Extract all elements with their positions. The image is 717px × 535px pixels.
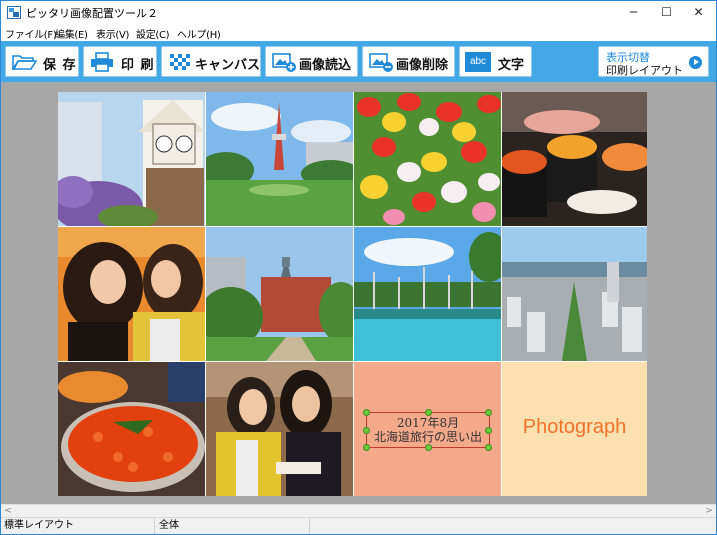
sushi-image xyxy=(502,92,647,226)
tulip-image xyxy=(354,92,501,226)
save-button[interactable]: 保 存 xyxy=(5,46,79,77)
salmon-roe-image xyxy=(58,362,205,496)
menu-file[interactable]: ファイル(F) xyxy=(5,26,57,41)
menu-settings[interactable]: 設定(C) xyxy=(136,26,170,41)
tulip-field-photo[interactable] xyxy=(354,92,501,226)
two-women-laughing-photo[interactable] xyxy=(58,227,205,361)
photograph-text: Photograph xyxy=(522,416,627,438)
toolbar: 保 存 印 刷 キャンバス 画像読込 画像削除 abc 文字 表示切替 印刷レイ… xyxy=(1,41,716,82)
status-scope: 全体 xyxy=(156,518,310,534)
window-title: ピッタリ画像配置ツール２ xyxy=(26,7,158,20)
resize-handle-bottom-right[interactable] xyxy=(485,444,492,451)
layout-canvas: 2017年8月 北海道旅行の思い出 Photograph xyxy=(58,92,647,496)
abc-text-icon: abc xyxy=(465,52,491,72)
menu-help[interactable]: ヘルプ(H) xyxy=(177,26,221,41)
resize-handle-top-right[interactable] xyxy=(485,409,492,416)
view-switch-button[interactable]: 表示切替 印刷レイアウト xyxy=(598,46,709,77)
image-delete-button[interactable]: 画像削除 xyxy=(362,46,455,77)
text-button[interactable]: abc 文字 xyxy=(459,46,532,77)
menu-bar: ファイル(F) 編集(E) 表示(V) 設定(C) ヘルプ(H) xyxy=(1,24,716,41)
resize-handle-top-left[interactable] xyxy=(363,409,370,416)
photograph-tile[interactable]: Photograph xyxy=(502,362,647,496)
brick-building-image xyxy=(206,227,353,361)
maximize-button[interactable]: ☐ xyxy=(650,1,683,24)
resize-handle-left[interactable] xyxy=(363,427,370,434)
resize-handle-right[interactable] xyxy=(485,427,492,434)
caption-text-box[interactable]: 2017年8月 北海道旅行の思い出 xyxy=(363,409,492,451)
women-laughing-image xyxy=(58,227,205,361)
checkerboard-icon xyxy=(170,54,190,70)
save-label: 保 存 xyxy=(43,58,77,73)
caption-line-title: 北海道旅行の思い出 xyxy=(373,430,482,444)
resize-handle-top[interactable] xyxy=(425,409,432,416)
women-smiling-image xyxy=(206,362,353,496)
tv-tower-image xyxy=(206,92,353,226)
salmon-roe-bowl-photo[interactable] xyxy=(58,362,205,496)
menu-view[interactable]: 表示(V) xyxy=(96,26,129,41)
canvas-label: キャンバス xyxy=(195,58,261,73)
clock-tower-image xyxy=(58,92,205,226)
resize-handle-bottom-left[interactable] xyxy=(363,444,370,451)
resize-handle-bottom[interactable] xyxy=(425,444,432,451)
caption-tile[interactable]: 2017年8月 北海道旅行の思い出 xyxy=(354,362,501,496)
clock-tower-photo[interactable] xyxy=(58,92,205,226)
red-brick-building-photo[interactable] xyxy=(206,227,353,361)
minimize-button[interactable]: ─ xyxy=(617,1,650,24)
view-switch-mode: 印刷レイアウト xyxy=(606,64,683,77)
blue-pond-image xyxy=(354,227,501,361)
print-label: 印 刷 xyxy=(121,58,155,73)
image-delete-label: 画像削除 xyxy=(396,58,449,73)
caption-line-date: 2017年8月 xyxy=(396,416,460,430)
image-load-button[interactable]: 画像読込 xyxy=(265,46,358,77)
close-button[interactable]: ✕ xyxy=(682,1,715,24)
title-bar: ピッタリ画像配置ツール２ ─ ☐ ✕ xyxy=(1,1,716,24)
app-icon xyxy=(7,6,21,19)
image-load-label: 画像読込 xyxy=(299,58,352,73)
sushi-photo[interactable] xyxy=(502,92,647,226)
app-window: ピッタリ画像配置ツール２ ─ ☐ ✕ ファイル(F) 編集(E) 表示(V) 設… xyxy=(0,0,717,535)
image-add-icon xyxy=(272,53,296,72)
tv-tower-park-photo[interactable] xyxy=(206,92,353,226)
status-layout-mode: 標準レイアウト xyxy=(1,518,155,534)
play-arrow-icon xyxy=(689,56,702,69)
canvas-button[interactable]: キャンバス xyxy=(161,46,261,77)
folder-open-icon xyxy=(11,55,37,70)
horizontal-scrollbar[interactable]: < > xyxy=(1,504,716,517)
text-label: 文字 xyxy=(498,58,525,73)
printer-icon xyxy=(91,52,113,72)
city-aerial-image xyxy=(502,227,647,361)
print-button[interactable]: 印 刷 xyxy=(83,46,157,77)
two-women-smiling-photo[interactable] xyxy=(206,362,353,496)
image-remove-icon xyxy=(369,53,393,72)
status-bar: 標準レイアウト 全体 xyxy=(1,517,716,534)
blue-pond-photo[interactable] xyxy=(354,227,501,361)
city-aerial-photo[interactable] xyxy=(502,227,647,361)
workspace: 2017年8月 北海道旅行の思い出 Photograph xyxy=(1,82,716,504)
menu-edit[interactable]: 編集(E) xyxy=(55,26,88,41)
